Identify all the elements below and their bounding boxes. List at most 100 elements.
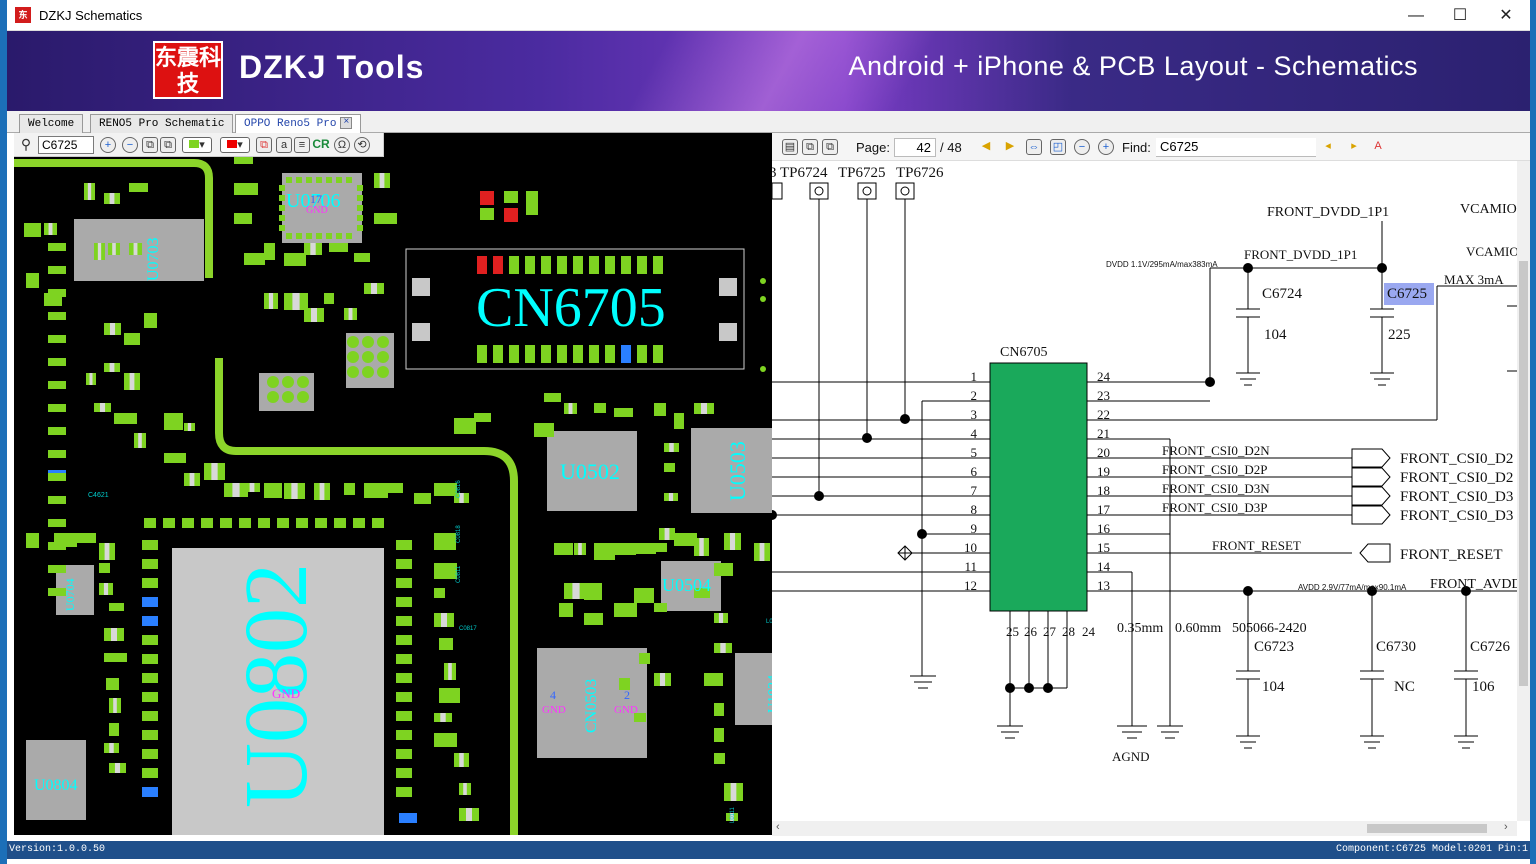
bga-ball[interactable] [347, 336, 359, 348]
pcb-pad[interactable] [480, 208, 494, 220]
pcb-pad[interactable] [559, 603, 573, 617]
pcb-pad[interactable] [279, 205, 285, 211]
bga-ball[interactable] [377, 366, 389, 378]
pcb-pad[interactable] [474, 413, 491, 422]
pcb-pad[interactable] [654, 543, 667, 552]
zoom-out-icon[interactable]: − [122, 137, 138, 153]
pcb-pad[interactable] [48, 335, 66, 343]
pcb-pad[interactable] [357, 185, 363, 191]
pcb-pad[interactable] [526, 191, 538, 215]
pcb-pad[interactable] [279, 185, 285, 191]
highlight-text-icon[interactable]: A [1370, 139, 1386, 155]
pcb-pad[interactable] [614, 603, 637, 617]
pcb-pad[interactable] [286, 177, 292, 183]
pcb-pad[interactable] [234, 183, 258, 195]
zoom-in-icon[interactable]: + [100, 137, 116, 153]
pcb-pad[interactable] [396, 654, 412, 664]
pcb-pad[interactable] [286, 233, 292, 239]
vertical-scrollbar[interactable] [1517, 161, 1530, 821]
pcb-pad[interactable] [396, 616, 412, 626]
ohm-icon[interactable]: Ω [334, 137, 350, 153]
pcb-pad[interactable] [244, 253, 265, 265]
pcb-pad[interactable] [434, 533, 456, 550]
pcb-pad[interactable] [573, 256, 583, 274]
pcb-pad[interactable] [142, 730, 158, 740]
pcb-pad[interactable] [396, 673, 412, 683]
pcb-pad[interactable] [129, 183, 148, 192]
bga-ball[interactable] [267, 376, 279, 388]
page-input[interactable]: 42 [894, 138, 936, 157]
find-next-icon[interactable]: ▸ [1346, 139, 1362, 155]
pcb-pad[interactable] [414, 493, 431, 504]
pcb-pad[interactable] [557, 345, 567, 363]
pcb-pad[interactable] [714, 728, 724, 742]
bga-ball[interactable] [282, 391, 294, 403]
pcb-pad[interactable] [664, 463, 675, 472]
pcb-pad[interactable] [384, 483, 403, 493]
pcb-pad[interactable] [634, 588, 654, 603]
connector-pad[interactable] [719, 323, 737, 341]
bga-ball[interactable] [362, 336, 374, 348]
pcb-pad[interactable] [704, 673, 723, 686]
maximize-button[interactable]: ☐ [1437, 0, 1483, 31]
pcb-pad[interactable] [124, 333, 140, 345]
pcb-pad[interactable] [714, 703, 724, 716]
pcb-pad[interactable] [541, 345, 551, 363]
pcb-pad[interactable] [541, 256, 551, 274]
pcb-pad[interactable] [296, 177, 302, 183]
cr-toggle[interactable]: CR [312, 137, 330, 153]
pcb-pad[interactable] [264, 243, 275, 260]
connector-pad[interactable] [412, 323, 430, 341]
tab-close-icon[interactable]: × [340, 117, 353, 130]
pcb-pad[interactable] [396, 768, 412, 778]
pcb-pad[interactable] [277, 518, 289, 528]
pcb-pad[interactable] [142, 787, 158, 797]
pcb-pad[interactable] [439, 688, 460, 703]
pcb-pad[interactable] [142, 692, 158, 702]
pcb-pad[interactable] [48, 542, 66, 550]
pcb-pad[interactable] [142, 635, 158, 645]
pcb-pad[interactable] [357, 205, 363, 211]
pcb-pad[interactable] [374, 213, 397, 224]
next-page-icon[interactable]: ▶ [1002, 139, 1018, 155]
pcb-pad[interactable] [104, 653, 127, 662]
bga-ball[interactable] [267, 391, 279, 403]
pcb-pad[interactable] [477, 345, 487, 363]
pcb-pad[interactable] [306, 233, 312, 239]
find-input[interactable]: C6725 [1156, 138, 1316, 157]
pcb-pad[interactable] [264, 483, 282, 498]
pcb-pad[interactable] [605, 256, 615, 274]
pcb-pad[interactable] [477, 256, 487, 274]
open-icon[interactable]: ▤ [782, 139, 798, 155]
bga-ball[interactable] [377, 336, 389, 348]
zoom-out-icon[interactable]: − [1074, 139, 1090, 155]
pad-color-picker[interactable]: ▾ [182, 137, 212, 153]
pcb-view-panel[interactable]: U0706 17 GND U0703 CN6705 U0502 U0503 U0504 U080… [14, 133, 779, 835]
pcb-pad[interactable] [614, 543, 636, 555]
pcb-pad[interactable] [326, 177, 332, 183]
pcb-pad[interactable] [48, 450, 66, 458]
pcb-pad[interactable] [434, 563, 457, 579]
pcb-pad[interactable] [674, 413, 684, 429]
pcb-pad[interactable] [594, 403, 606, 413]
pcb-pad[interactable] [258, 518, 270, 528]
pcb-pad[interactable] [493, 345, 503, 363]
pcb-canvas[interactable]: U070617GNDU0703CN6705U0502 U0503U0504U080… [14, 133, 779, 835]
connector-pad[interactable] [412, 278, 430, 296]
pcb-pad[interactable] [26, 533, 39, 548]
pcb-pad[interactable] [399, 813, 417, 823]
pcb-search-input[interactable]: C6725 [38, 136, 94, 154]
pcb-pad[interactable] [144, 518, 156, 528]
pcb-pad[interactable] [346, 177, 352, 183]
pcb-pad[interactable] [634, 543, 656, 554]
pcb-pad[interactable] [142, 540, 158, 550]
fit-page-icon[interactable]: ◰ [1050, 139, 1066, 155]
pcb-pad[interactable] [344, 483, 355, 495]
copy-icon[interactable]: ⧉ [802, 139, 818, 155]
pcb-pad[interactable] [654, 403, 666, 416]
pcb-pad[interactable] [396, 597, 412, 607]
pcb-pad[interactable] [557, 256, 567, 274]
pcb-pad[interactable] [509, 256, 519, 274]
pcb-pad[interactable] [509, 345, 519, 363]
pcb-pad[interactable] [584, 613, 603, 625]
